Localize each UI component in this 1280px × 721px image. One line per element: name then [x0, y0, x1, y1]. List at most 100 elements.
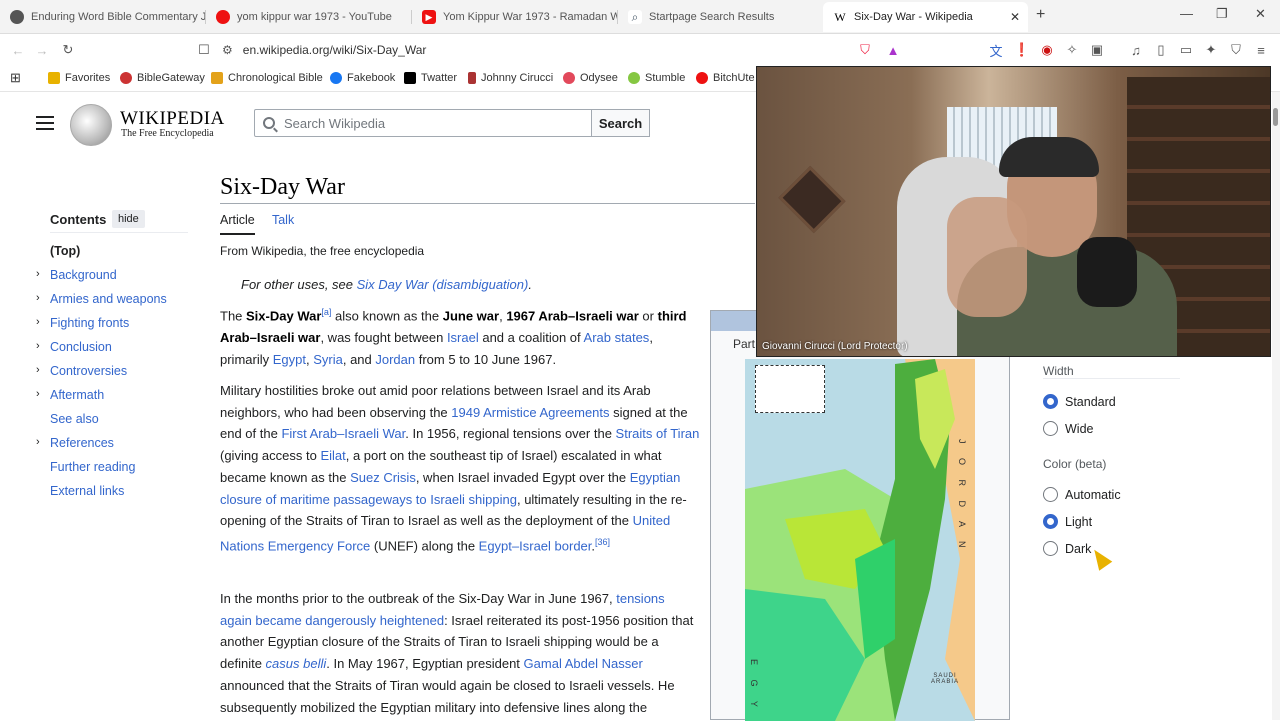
bookmark-item[interactable]: Twatter [404, 72, 457, 84]
browser-tab[interactable]: yom kippur war 1973 - YouTube [206, 4, 411, 30]
bookmark-label: Favorites [65, 72, 111, 84]
video-caption: Giovanni Cirucci (Lord Protector) [762, 341, 908, 352]
article-link[interactable]: Egypt–Israel border [479, 538, 592, 553]
reference-link[interactable]: [a] [321, 307, 331, 317]
bookmark-item[interactable]: Favorites [48, 72, 110, 84]
toc-item[interactable]: (Top) [50, 244, 80, 258]
article-link[interactable]: casus belli [266, 656, 327, 671]
article-link[interactable]: Arab states [584, 330, 650, 345]
wikipedia-globe-logo[interactable] [70, 104, 112, 146]
chevron-right-icon[interactable]: › [36, 316, 40, 328]
translate-icon[interactable]: 文 [988, 42, 1004, 59]
sidebar-icon[interactable]: ▯ [1153, 42, 1169, 58]
chevron-right-icon[interactable]: › [36, 436, 40, 448]
toc-item[interactable]: › Fighting fronts [36, 316, 129, 330]
search-input[interactable]: Search Wikipedia [254, 109, 592, 137]
color-dark-radio[interactable]: Dark [1043, 541, 1091, 556]
bookmark-item[interactable]: BibleGateway [120, 72, 205, 84]
bookmark-label: BibleGateway [137, 72, 205, 84]
color-light-radio[interactable]: Light [1043, 514, 1092, 529]
article-link[interactable]: Eilat [320, 448, 345, 463]
scrollbar-thumb[interactable] [1273, 108, 1278, 126]
toc-item[interactable]: › Controversies [36, 364, 127, 378]
maximize-icon[interactable]: ❐ [1216, 6, 1228, 22]
apps-grid-icon[interactable]: ⊞ [10, 70, 21, 86]
article-paragraph: The Six-Day War[a] also known as the Jun… [220, 302, 700, 370]
toc-item[interactable]: › Aftermath [36, 388, 104, 402]
chevron-right-icon[interactable]: › [36, 388, 40, 400]
toc-hide-button[interactable]: hide [112, 210, 145, 228]
bookmark-item[interactable]: Odysee [563, 72, 618, 84]
rewards-icon[interactable]: ▲ [885, 42, 901, 58]
paragraph-text: announced that the Straits of Tiran woul… [220, 677, 675, 715]
color-automatic-radio[interactable]: Automatic [1043, 487, 1121, 502]
menu-icon[interactable]: ≡ [1253, 42, 1269, 58]
bookmark-icon[interactable]: ☐ [196, 42, 212, 58]
article-link[interactable]: Israel [447, 330, 479, 345]
chevron-right-icon[interactable]: › [36, 268, 40, 280]
browser-tab[interactable]: Enduring Word Bible Commentary Je [0, 4, 205, 30]
bookmark-item[interactable]: Stumble [628, 72, 685, 84]
forward-icon[interactable]: → [34, 42, 50, 58]
tab-label: Yom Kippur War 1973 - Ramadan Wa [443, 11, 617, 23]
extensions-puzzle-icon[interactable]: ✧ [1064, 42, 1080, 58]
page-scrollbar[interactable] [1272, 92, 1280, 720]
record-icon[interactable]: ◉ [1039, 42, 1055, 58]
close-window-icon[interactable]: ✕ [1255, 6, 1266, 22]
tab-article[interactable]: Article [220, 213, 255, 235]
map-label-saudi: SAUDI ARABIA [930, 673, 959, 685]
article-link[interactable]: 1949 Armistice Agreements [451, 405, 609, 420]
bookmark-item[interactable]: Fakebook [330, 72, 395, 84]
screenshot-icon[interactable]: ▣ [1089, 42, 1105, 58]
bookmark-item[interactable]: Chronological Bible [211, 72, 323, 84]
back-icon[interactable]: ← [10, 42, 26, 58]
vpn-icon[interactable]: ⛉ [1228, 42, 1244, 58]
toc-item[interactable]: See also [50, 412, 99, 426]
toc-item[interactable]: External links [50, 484, 124, 498]
article-link[interactable]: Egypt [273, 352, 306, 367]
toc-item[interactable]: › Armies and weapons [36, 292, 167, 306]
tab-talk[interactable]: Talk [272, 213, 294, 227]
bookmark-item[interactable]: Johnny Cirucci [468, 72, 553, 84]
wallet-icon[interactable]: ▭ [1178, 42, 1194, 58]
width-standard-radio[interactable]: Standard [1043, 394, 1116, 409]
article-link[interactable]: Jordan [375, 352, 415, 367]
bookmark-item[interactable]: BitchUte [696, 72, 755, 84]
main-menu-icon[interactable] [36, 116, 54, 134]
disambiguation-link[interactable]: Six Day War (disambiguation) [357, 277, 529, 292]
media-icon[interactable]: ♫ [1128, 42, 1144, 58]
browser-tab-active[interactable]: W Six-Day War - Wikipedia ✕ [823, 2, 1028, 32]
extension-icon[interactable]: ❗ [1014, 42, 1030, 58]
browser-tab[interactable]: ▶ Yom Kippur War 1973 - Ramadan Wa [412, 4, 617, 30]
new-tab-button[interactable]: + [1036, 6, 1045, 24]
chevron-right-icon[interactable]: › [36, 292, 40, 304]
article-link[interactable]: Straits of Tiran [616, 426, 700, 441]
search-button[interactable]: Search [591, 109, 650, 137]
address-bar[interactable]: ⚙ en.wikipedia.org/wiki/Six-Day_War [222, 37, 852, 63]
wikipedia-wordmark[interactable]: WIKIPEDIA [120, 108, 225, 130]
browser-tab[interactable]: ⌕ Startpage Search Results [618, 4, 823, 30]
brave-shield-icon[interactable]: ⛉ [857, 42, 873, 58]
site-info-icon[interactable]: ⚙ [222, 43, 233, 57]
toc-item[interactable]: › References [36, 436, 114, 450]
radio-label: Wide [1065, 421, 1094, 436]
toc-item[interactable]: Further reading [50, 460, 135, 474]
leo-icon[interactable]: ✦ [1203, 42, 1219, 58]
toc-item[interactable]: › Conclusion [36, 340, 112, 354]
minimize-icon[interactable]: — [1180, 6, 1193, 21]
article-link[interactable]: First Arab–Israeli War [281, 426, 405, 441]
article-link[interactable]: Syria [313, 352, 343, 367]
chronological-bible-icon [211, 72, 223, 84]
reference-link[interactable]: [36] [595, 537, 610, 547]
article-link[interactable]: Gamal Abdel Nasser [524, 656, 643, 671]
site-sub: From Wikipedia, the free encyclopedia [220, 244, 425, 258]
chevron-right-icon[interactable]: › [36, 364, 40, 376]
width-wide-radio[interactable]: Wide [1043, 421, 1093, 436]
war-map[interactable]: J O R D A N E G Y SAUDI ARABIA [745, 359, 975, 721]
reload-icon[interactable]: ↻ [60, 42, 76, 58]
close-tab-icon[interactable]: ✕ [1010, 10, 1020, 24]
chevron-right-icon[interactable]: › [36, 340, 40, 352]
toc-item[interactable]: › Background [36, 268, 117, 282]
article-link[interactable]: Suez Crisis [350, 470, 416, 485]
johnny-cirucci-icon [468, 72, 476, 84]
